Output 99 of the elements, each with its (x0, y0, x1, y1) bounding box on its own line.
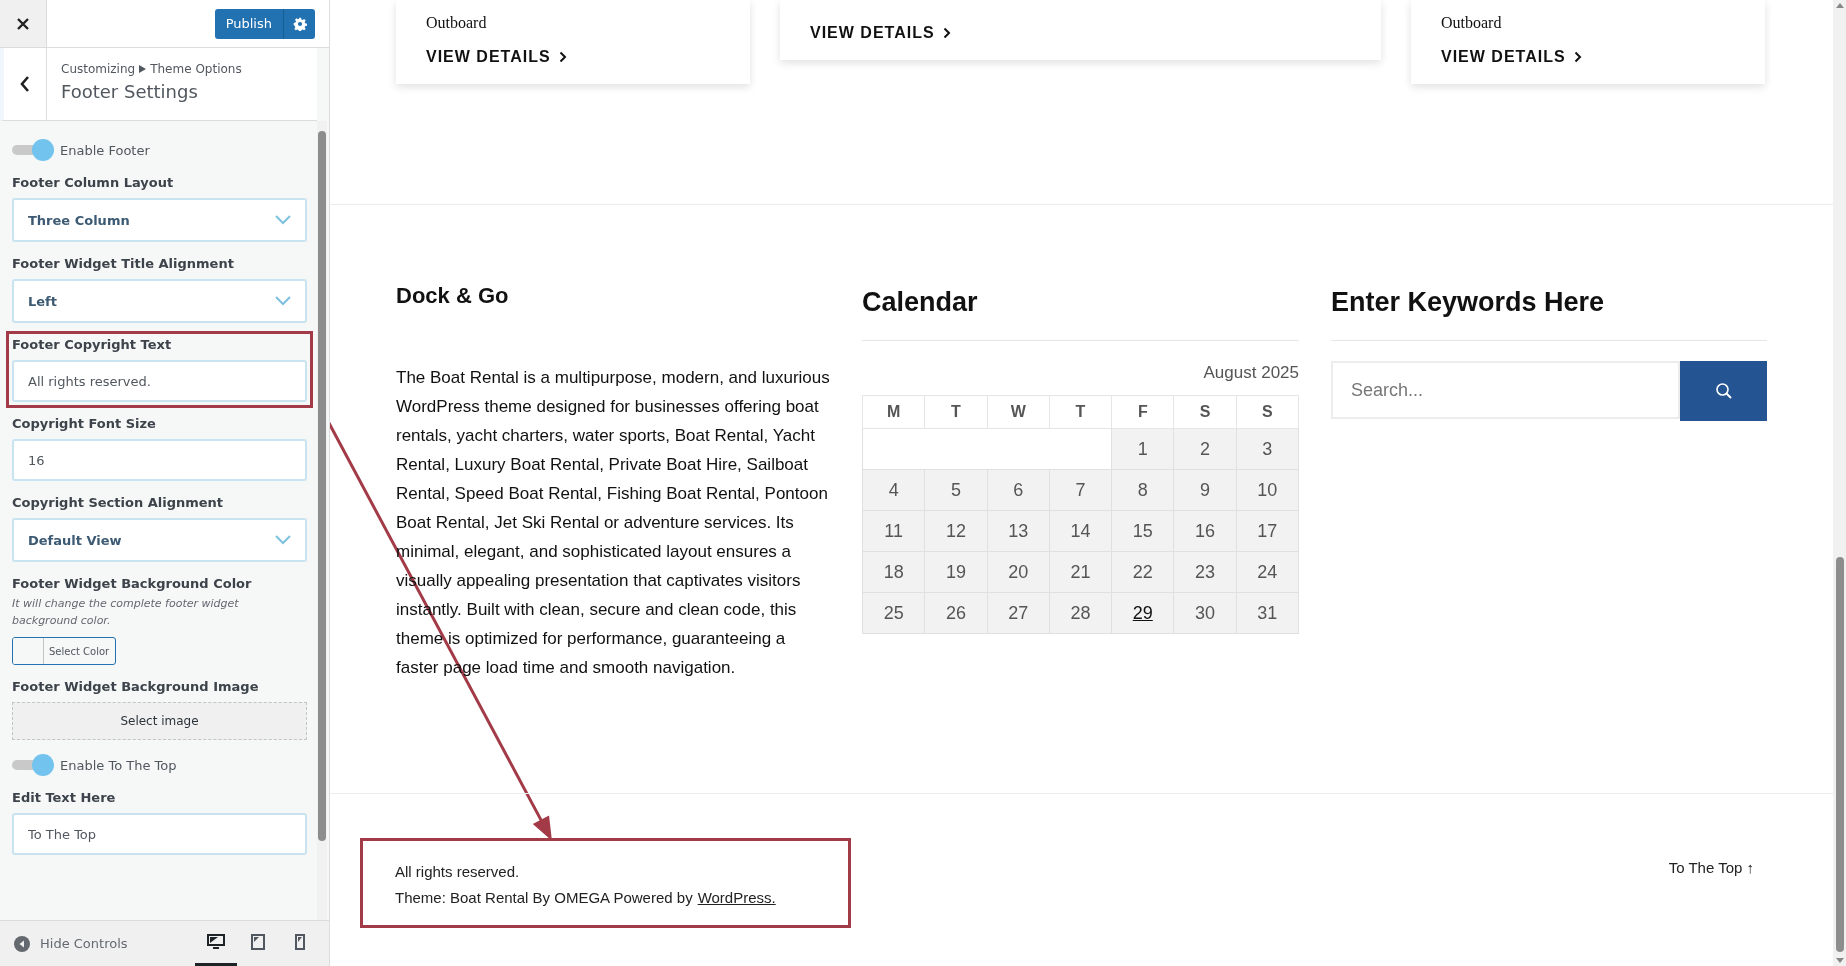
calendar-day: 16 (1173, 510, 1237, 552)
calendar-day: 25 (862, 592, 925, 634)
chevron-down-icon (275, 296, 291, 306)
hide-controls-button[interactable]: Hide Controls (14, 935, 128, 952)
publish-button[interactable]: Publish (214, 8, 283, 39)
widget-title: Dock & Go (396, 283, 510, 309)
credit-text: Theme: Boat Rental By OMEGA Powered by (395, 888, 693, 908)
calendar-day: 15 (1111, 510, 1174, 552)
calendar-day: 12 (924, 510, 988, 552)
card-text: Outboard (426, 14, 488, 32)
weekday-header: M (862, 395, 925, 429)
weekday-header: T (924, 395, 988, 429)
dropdown[interactable]: Left (12, 279, 307, 323)
field-description: It will change the complete footer widget background color. (12, 596, 240, 629)
field-label: Copyright Font Size (12, 416, 157, 431)
calendar-day: 27 (987, 592, 1050, 634)
calendar-day: 20 (987, 551, 1050, 593)
weekday-header: S (1173, 395, 1237, 429)
calendar-day: 13 (987, 510, 1050, 552)
collapse-icon (14, 935, 30, 952)
calendar-day: 17 (1236, 510, 1299, 552)
calendar-day: 4 (862, 469, 925, 511)
tablet-icon (251, 934, 265, 950)
today-link[interactable]: 29 (1111, 592, 1174, 634)
search-icon (1714, 382, 1733, 400)
desktop-icon (207, 934, 225, 950)
calendar-day: 2 (1173, 428, 1237, 470)
calendar-day: 10 (1236, 469, 1299, 511)
calendar-day: 3 (1236, 428, 1299, 470)
calendar-day: 14 (1049, 510, 1112, 552)
calendar-day: 30 (1173, 592, 1237, 634)
settings-button[interactable] (283, 8, 315, 39)
chevron-right-icon (1573, 51, 1582, 63)
calendar-day: 7 (1049, 469, 1112, 511)
widget-title: Enter Keywords Here (1331, 287, 1606, 318)
toggle-switch[interactable] (12, 754, 54, 776)
field-label: Footer Column Layout (12, 175, 175, 190)
dropdown[interactable]: Default View (12, 518, 307, 562)
search-field[interactable]: Search... (1331, 361, 1680, 419)
calendar-day: 26 (924, 592, 988, 634)
field-label: Footer Widget Background Color (12, 576, 253, 591)
scrollbar[interactable] (1833, 0, 1846, 966)
field-label: Footer Widget Title Alignment (12, 256, 235, 271)
field-label: Edit Text Here (12, 790, 117, 805)
calendar-day: 1 (1111, 428, 1174, 470)
to-the-top-link[interactable]: To The Top ↑ (1668, 859, 1754, 876)
field-label: Copyright Section Alignment (12, 495, 225, 510)
view-details-link[interactable]: VIEW DETAILS (1441, 48, 1735, 66)
breadcrumb-text: Theme Options (150, 62, 242, 76)
calendar-day: 28 (1049, 592, 1112, 634)
calendar-day: 8 (1111, 469, 1174, 511)
weekday-header: W (987, 395, 1050, 429)
dropdown[interactable]: Three Column (12, 198, 307, 242)
toggle-label: Enable Footer (60, 142, 150, 158)
close-button[interactable] (0, 0, 47, 47)
calendar-day: 9 (1173, 469, 1237, 511)
weekday-header: S (1236, 395, 1299, 429)
view-details-link[interactable]: VIEW DETAILS (426, 48, 720, 66)
wordpress-link[interactable]: WordPress. (697, 885, 776, 911)
weekday-header: F (1111, 395, 1174, 429)
scrollbar[interactable] (317, 121, 327, 920)
chevron-down-icon (275, 215, 291, 225)
calendar-day: 21 (1049, 551, 1112, 593)
text-field[interactable]: All rights reserved. (12, 360, 307, 402)
back-icon (19, 75, 31, 93)
card-text: Outboard (1441, 14, 1503, 32)
field-label: Footer Widget Background Image (12, 679, 260, 694)
calendar-day: 23 (1173, 551, 1237, 593)
calendar-day: 11 (862, 510, 925, 552)
breadcrumb-text: Customizing (61, 62, 136, 76)
calendar-day: 19 (924, 551, 988, 593)
field-label: Footer Copyright Text (12, 337, 173, 352)
calendar-month: August 2025 (1202, 363, 1299, 383)
calendar-day: 18 (862, 551, 925, 593)
settings-icon (292, 16, 307, 31)
text-field[interactable]: 16 (12, 439, 307, 481)
chevron-right-icon (942, 27, 951, 39)
view-details-link[interactable]: VIEW DETAILS (810, 24, 1351, 42)
calendar-day: 31 (1236, 592, 1299, 634)
toggle-label: Enable To The Top (60, 757, 177, 773)
widget-title: Calendar (862, 287, 979, 318)
chevron-down-icon (275, 535, 291, 545)
scroll-down-icon[interactable] (1835, 958, 1844, 963)
scroll-up-icon[interactable] (1835, 3, 1844, 8)
calendar-day: 5 (924, 469, 988, 511)
text-field[interactable]: To The Top (12, 813, 307, 855)
mobile-icon (295, 934, 305, 950)
calendar-day: 24 (1236, 551, 1299, 593)
triangle-icon (139, 65, 147, 73)
section-title: Footer Settings (61, 81, 199, 102)
color-picker-button[interactable]: Select Color (12, 637, 116, 665)
close-icon (16, 16, 30, 31)
calendar-day: 22 (1111, 551, 1174, 593)
weekday-header: T (1049, 395, 1112, 429)
calendar-day: 6 (987, 469, 1050, 511)
chevron-right-icon (558, 51, 567, 63)
copyright-text: All rights reserved. (395, 862, 521, 882)
select-image-button[interactable]: Select image (12, 702, 307, 740)
toggle-switch[interactable] (12, 139, 54, 161)
